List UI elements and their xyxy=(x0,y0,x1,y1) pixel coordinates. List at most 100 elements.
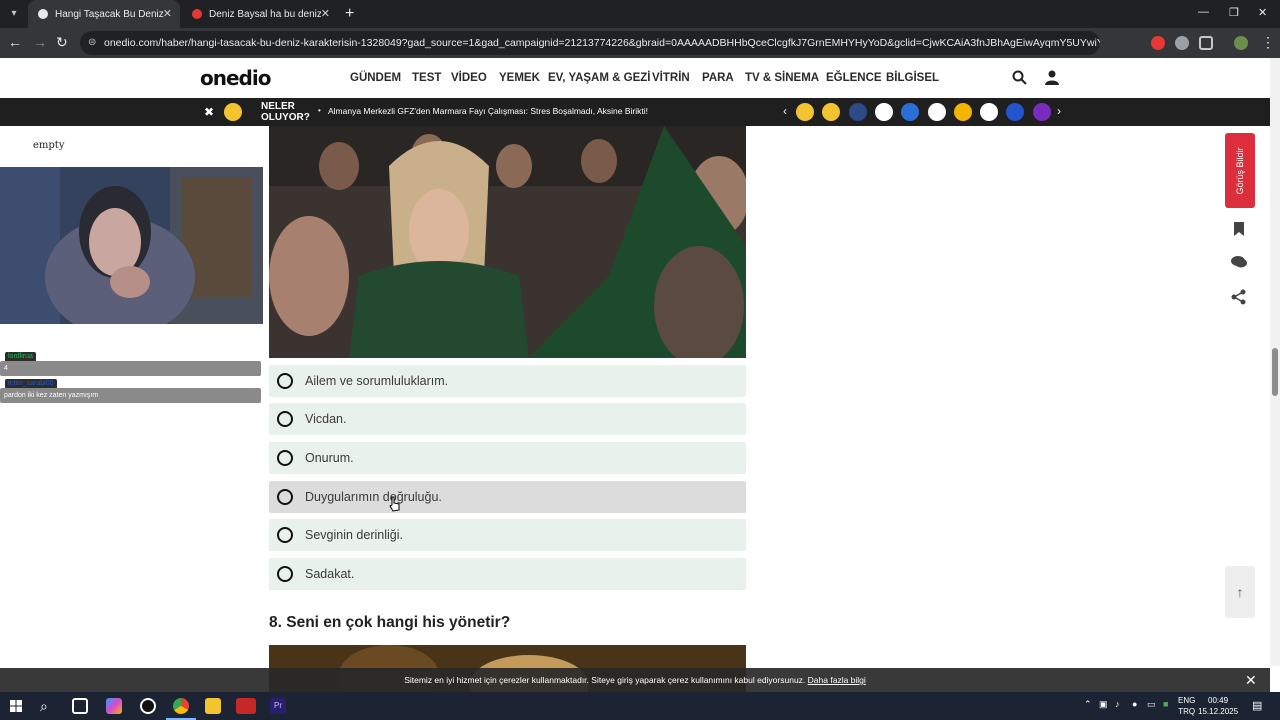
quiz-option-hovered[interactable]: Duygularımın doğruluğu. xyxy=(269,481,746,513)
nav-gundem[interactable]: GÜNDEM xyxy=(350,72,401,84)
feedback-button[interactable]: Görüş Bildir xyxy=(1225,133,1255,208)
reaction-sad-icon[interactable] xyxy=(796,103,814,121)
radio-button[interactable] xyxy=(277,411,293,427)
app-circle-icon[interactable] xyxy=(140,698,156,714)
windows-start-icon[interactable] xyxy=(10,700,22,712)
nav-ev-yasam-gezi[interactable]: EV, YAŞAM & GEZİ xyxy=(548,72,650,84)
input-language-indicator[interactable]: ENG TRQ xyxy=(1178,695,1195,717)
new-tab-plus-icon[interactable]: + xyxy=(345,5,354,23)
chrome-icon[interactable] xyxy=(173,698,189,714)
nav-vitrin[interactable]: VİTRİN xyxy=(652,72,690,84)
browser-toolbar: ← → ↻ ⊜ onedio.com/haber/hangi-tasacak-b… xyxy=(0,28,1280,58)
hand-cursor-icon xyxy=(389,496,401,512)
webcam-feed xyxy=(0,167,263,324)
minimize-icon[interactable]: — xyxy=(1198,6,1209,18)
task-view-icon[interactable] xyxy=(72,698,88,714)
stream-app-icon[interactable] xyxy=(236,698,256,714)
quiz-option[interactable]: Sevginin derinliği. xyxy=(269,519,746,551)
nav-tv-sinema[interactable]: TV & SİNEMA xyxy=(745,72,819,84)
forward-arrow-icon[interactable]: → xyxy=(33,34,47,50)
notifications-icon[interactable]: ▤ xyxy=(1252,699,1262,712)
nav-eglence[interactable]: EĞLENCE xyxy=(826,72,882,84)
close-window-icon[interactable]: ✕ xyxy=(1258,6,1267,19)
quiz-option-label: Vicdan. xyxy=(305,412,347,426)
address-bar[interactable]: ⊜ onedio.com/haber/hangi-tasacak-bu-deni… xyxy=(80,31,1100,55)
radio-button[interactable] xyxy=(277,450,293,466)
tray-app-icon[interactable]: ▣ xyxy=(1099,699,1108,710)
extension-red-icon[interactable] xyxy=(1151,36,1165,50)
news-headline[interactable]: Almanya Merkezli GFZ'den Marmara Fayı Ça… xyxy=(328,106,648,116)
story-circle-icon[interactable] xyxy=(849,103,867,121)
nav-test[interactable]: TEST xyxy=(412,72,441,84)
chat-message: pardon iki kez zaten yazmışım xyxy=(0,388,261,403)
bookmark-icon[interactable] xyxy=(1229,219,1249,239)
nav-video[interactable]: VİDEO xyxy=(451,72,487,84)
extensions-puzzle-icon[interactable] xyxy=(1199,36,1213,50)
quiz-option[interactable]: Vicdan. xyxy=(269,403,746,435)
strip-next-icon[interactable]: › xyxy=(1057,104,1061,118)
tray-chevron-icon[interactable]: ⌃ xyxy=(1084,699,1092,710)
tray-green-icon[interactable]: ■ xyxy=(1163,699,1168,709)
overlay-empty-label: empty xyxy=(33,140,65,151)
radio-button[interactable] xyxy=(277,527,293,543)
network-icon[interactable]: ▭ xyxy=(1147,699,1156,710)
reload-icon[interactable]: ↻ xyxy=(56,34,68,51)
tab-inactive[interactable]: Deniz Baysal ha bu deniz taşaca ✕ xyxy=(182,0,338,28)
share-icon[interactable] xyxy=(1229,287,1249,307)
onedio-logo[interactable]: onedio xyxy=(200,66,271,90)
menu-kebab-icon[interactable]: ⋮ xyxy=(1261,34,1275,51)
profile-avatar[interactable] xyxy=(1234,36,1248,50)
feedback-label: Görüş Bildir xyxy=(1235,147,1245,195)
cookie-close-icon[interactable]: ✕ xyxy=(1245,672,1257,689)
reaction-smile-icon[interactable] xyxy=(822,103,840,121)
quiz-option-label: Sadakat. xyxy=(305,567,355,581)
taskbar-search-icon[interactable]: ⌕ xyxy=(40,698,48,715)
comments-icon[interactable] xyxy=(1229,252,1249,272)
site-header: onedio GÜNDEM TEST VİDEO YEMEK EV, YAŞAM… xyxy=(0,58,1270,98)
nav-bilgisel[interactable]: BİLGİSEL xyxy=(886,72,939,84)
microphone-icon[interactable]: ● xyxy=(1132,699,1137,709)
back-arrow-icon[interactable]: ← xyxy=(8,34,22,50)
tab-title: Deniz Baysal ha bu deniz taşaca xyxy=(209,8,321,20)
restore-icon[interactable]: ❐ xyxy=(1229,6,1239,19)
nav-yemek[interactable]: YEMEK xyxy=(499,72,540,84)
story-circle-icon[interactable] xyxy=(980,103,998,121)
volume-icon[interactable]: ♪ xyxy=(1115,699,1120,709)
quiz-option[interactable]: Onurum. xyxy=(269,442,746,474)
premiere-pro-icon[interactable]: Pr xyxy=(270,698,286,714)
strip-prev-icon[interactable]: ‹ xyxy=(783,104,787,118)
quiz-option[interactable]: Ailem ve sorumluluklarım. xyxy=(269,365,746,397)
extension-gray-icon[interactable] xyxy=(1175,36,1189,50)
news-strip: ✖ NELER OLUYOR? • Almanya Merkezli GFZ'd… xyxy=(0,98,1270,126)
tab-search-chevron-icon[interactable]: ▾ xyxy=(4,4,24,24)
site-info-icon[interactable]: ⊜ xyxy=(88,31,96,55)
story-circle-icon[interactable] xyxy=(1033,103,1051,121)
cookie-more-info-link[interactable]: Daha fazla bilgi xyxy=(808,675,866,685)
quiz-question-image xyxy=(269,126,746,358)
story-circle-icon[interactable] xyxy=(875,103,893,121)
news-badge-icon xyxy=(224,103,242,121)
search-icon[interactable] xyxy=(1012,70,1027,85)
scroll-to-top-arrow-icon[interactable]: ↑ xyxy=(1225,566,1255,618)
nav-para[interactable]: PARA xyxy=(702,72,734,84)
taskbar-clock[interactable]: 00:49 15.12.2025 xyxy=(1198,695,1238,717)
grid-menu-icon[interactable]: ✖ xyxy=(204,105,214,119)
quiz-option[interactable]: Sadakat. xyxy=(269,558,746,590)
scrollbar-thumb[interactable] xyxy=(1272,348,1278,396)
radio-button[interactable] xyxy=(277,566,293,582)
story-circle-icon[interactable] xyxy=(954,103,972,121)
user-account-icon[interactable] xyxy=(1045,70,1059,85)
file-explorer-icon[interactable] xyxy=(205,698,221,714)
story-circle-icon[interactable] xyxy=(928,103,946,121)
story-circle-icon[interactable] xyxy=(901,103,919,121)
quiz-option-label: Ailem ve sorumluluklarım. xyxy=(305,374,449,388)
tab-close-icon[interactable]: ✕ xyxy=(163,7,172,20)
quiz-option-label: Duygularımın doğruluğu. xyxy=(305,490,442,504)
radio-button[interactable] xyxy=(277,373,293,389)
tab-close-icon[interactable]: ✕ xyxy=(321,7,330,20)
youtube-favicon-icon xyxy=(192,9,202,19)
story-circle-icon[interactable] xyxy=(1006,103,1024,121)
radio-button[interactable] xyxy=(277,489,293,505)
copilot-icon[interactable] xyxy=(106,698,122,714)
tab-active[interactable]: Hangi Taşacak Bu Deniz Karakte ✕ xyxy=(28,0,180,28)
